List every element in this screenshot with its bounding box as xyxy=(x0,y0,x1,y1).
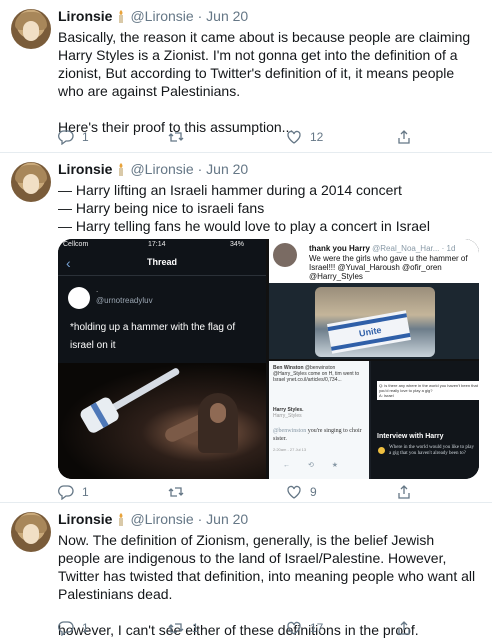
author-handle[interactable]: @Lironsie xyxy=(130,161,193,177)
fan-handle: @Real_Noa_Har... · 1d xyxy=(372,244,456,253)
fan-tweet-header: thank you Harry @Real_Noa_Har... · 1d xyxy=(309,244,455,253)
reply-icon xyxy=(58,621,74,636)
flag-text: Unite xyxy=(358,324,383,339)
phone-status-bar: Cellcom 17:14 34% xyxy=(58,239,266,251)
retweet-button[interactable]: 1 xyxy=(168,620,199,636)
tweet-paragraph: Basically, the reason it came about is b… xyxy=(58,29,471,99)
like-button[interactable]: 9 xyxy=(286,484,317,500)
tweet-paragraph: Now. The definition of Zionism, generall… xyxy=(58,532,476,602)
reply-icon xyxy=(58,130,74,145)
interview-title: Interview with Harry xyxy=(377,433,444,440)
heart-icon xyxy=(287,130,301,144)
avatar[interactable] xyxy=(11,162,51,202)
reply-count: 1 xyxy=(82,485,89,499)
tweet-line: — Harry telling fans he would love to pl… xyxy=(58,218,430,234)
hs-handle: Harry_Styles xyxy=(273,413,302,419)
battery-level: 34% xyxy=(230,241,245,248)
tweet-date[interactable]: Jun 20 xyxy=(206,511,248,527)
thread-username: @urnotreadyluv xyxy=(96,296,153,305)
ben-winston-tweet-screenshot: Ben Winston @benwinston @Harry_Styles com… xyxy=(269,361,369,479)
carrier-label: Cellcom xyxy=(63,241,89,248)
share-button[interactable] xyxy=(396,620,412,636)
like-button[interactable]: 12 xyxy=(286,129,323,145)
thread-text: *holding up a hammer with the flag of is… xyxy=(70,322,236,351)
heart-icon xyxy=(287,485,301,499)
israel-flag: Unite xyxy=(327,310,411,354)
reply-count: 1 xyxy=(82,621,89,635)
tweet-line: — Harry being nice to israeli fans xyxy=(58,200,265,216)
share-button[interactable] xyxy=(396,129,412,145)
bw-text: @Harry_Styles come on H, tim went to Isr… xyxy=(273,371,360,383)
yellow-dot-icon xyxy=(378,447,385,454)
share-icon xyxy=(398,130,410,144)
interview-question-answer: A: Israel xyxy=(379,393,394,398)
candle-emoji-icon xyxy=(119,163,124,176)
fan-name: thank you Harry xyxy=(309,244,370,253)
avatar[interactable] xyxy=(11,9,51,49)
retweet-icon xyxy=(168,623,184,633)
tweet-action-icons: ← ⟲ ★ xyxy=(283,462,347,469)
fan-avatar xyxy=(273,243,297,267)
like-count: 9 xyxy=(310,485,317,499)
tweet-text: — Harry lifting an Israeli hammer during… xyxy=(58,181,480,235)
tweet[interactable]: Lironsie @Lironsie · Jun 20 Now. The defi… xyxy=(0,503,492,641)
tweet-actions: 1 1 17 xyxy=(58,620,418,638)
phone-time: 17:14 xyxy=(148,241,166,248)
tweet-date[interactable]: Jun 20 xyxy=(206,161,248,177)
candle-emoji-icon xyxy=(119,513,124,526)
like-button[interactable]: 17 xyxy=(286,620,323,636)
interview-screenshot: Q: is there any where in the world you h… xyxy=(371,361,479,479)
reply-button[interactable]: 1 xyxy=(58,484,89,500)
author-handle[interactable]: @Lironsie xyxy=(130,511,193,527)
share-icon xyxy=(398,621,410,635)
fan-photo: Unite xyxy=(315,287,435,357)
author-handle[interactable]: @Lironsie xyxy=(130,8,193,24)
thread-display-name: . xyxy=(96,285,99,294)
reply-icon xyxy=(58,485,74,500)
reply-button[interactable]: 1 xyxy=(58,620,89,636)
tweet-date[interactable]: Jun 20 xyxy=(206,8,248,24)
author-name[interactable]: Lironsie xyxy=(58,161,112,177)
reply-button[interactable]: 1 xyxy=(58,129,89,145)
thread-title: Thread xyxy=(146,257,177,267)
fan-tweet-text: We were the girls who gave u the hammer … xyxy=(309,254,468,281)
heart-icon xyxy=(287,621,301,635)
media-image-thread-screenshot[interactable]: Cellcom 17:14 34% ‹ Thread . @urnotready… xyxy=(58,239,266,479)
interview-question: Q: is there any where in the world you h… xyxy=(379,383,478,393)
reply-count: 1 xyxy=(82,130,89,144)
share-button[interactable] xyxy=(396,484,412,500)
tweet-header: Lironsie @Lironsie · Jun 20 xyxy=(58,161,249,177)
tweet-header: Lironsie @Lironsie · Jun 20 xyxy=(58,511,249,527)
media-image-fan-tweet[interactable]: thank you Harry @Real_Noa_Har... · 1d We… xyxy=(269,239,479,359)
share-icon xyxy=(398,485,410,499)
thread-nav: ‹ Thread xyxy=(58,251,266,276)
media-grid[interactable]: Cellcom 17:14 34% ‹ Thread . @urnotready… xyxy=(58,239,479,479)
tweet[interactable]: Lironsie @Lironsie · Jun 20 Basically, th… xyxy=(0,0,492,153)
retweet-icon xyxy=(168,487,184,497)
tweet-actions: 1 12 xyxy=(58,129,418,147)
retweet-button[interactable] xyxy=(168,129,192,145)
tweet[interactable]: Lironsie @Lironsie · Jun 20 — Harry lifti… xyxy=(0,153,492,503)
hs-reply-mention: @benwinston xyxy=(273,428,307,434)
interview-answer: Where in the world would you like to pla… xyxy=(389,445,474,456)
tweet-header: Lironsie @Lironsie · Jun 20 xyxy=(58,8,249,24)
retweet-button[interactable] xyxy=(168,484,192,500)
author-name[interactable]: Lironsie xyxy=(58,511,112,527)
tweet-line: — Harry lifting an Israeli hammer during… xyxy=(58,182,402,198)
inflatable-hammer xyxy=(78,357,187,436)
retweet-icon xyxy=(168,132,184,142)
hs-reply-time: 2:20am - 27 Jul 13 xyxy=(273,447,307,452)
thread-avatar xyxy=(68,287,90,309)
like-count: 17 xyxy=(310,621,324,635)
retweet-count: 1 xyxy=(192,621,199,635)
concert-photo xyxy=(58,363,266,479)
media-image-collage[interactable]: Ben Winston @benwinston @Harry_Styles com… xyxy=(269,361,479,479)
tweet-actions: 1 9 xyxy=(58,484,418,502)
avatar[interactable] xyxy=(11,512,51,552)
tweet-text: Basically, the reason it came about is b… xyxy=(58,28,480,136)
like-count: 12 xyxy=(310,130,324,144)
author-name[interactable]: Lironsie xyxy=(58,8,112,24)
candle-emoji-icon xyxy=(119,10,124,23)
